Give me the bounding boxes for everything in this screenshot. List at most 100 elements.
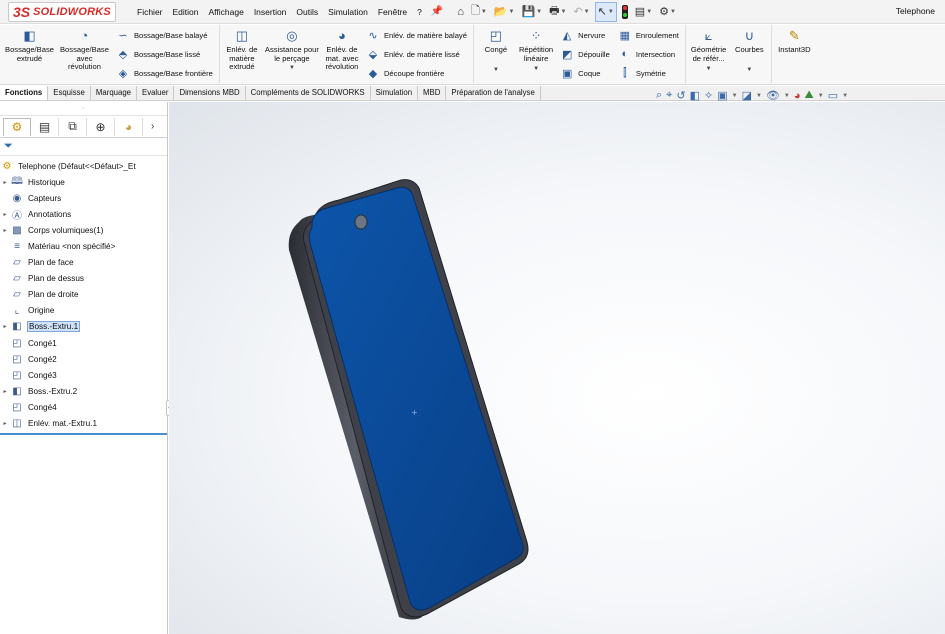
new-document-icon[interactable]: 🗋 ▼ [469, 2, 489, 22]
reference-geometry-dropdown-icon[interactable]: ▼ [706, 66, 712, 72]
more-tabs-chevron-icon[interactable]: › [151, 121, 154, 132]
tree-item[interactable]: ◰ Congé2 [0, 351, 167, 367]
curves-dropdown-icon[interactable]: ▼ [746, 67, 752, 73]
intersect-button[interactable]: ◐ Intersection [618, 47, 679, 61]
tree-item[interactable]: ▸ ◧ Boss.-Extru.2 [0, 383, 167, 399]
shell-button[interactable]: ▣ Coque [560, 66, 610, 80]
fillet-dropdown-icon[interactable]: ▼ [493, 67, 499, 73]
tree-item[interactable]: ▱ Plan de face [0, 255, 167, 271]
tree-item[interactable]: ▱ Plan de droite [0, 287, 167, 303]
select-cursor-icon[interactable]: ↖ ▼ [594, 1, 617, 22]
menu-outils[interactable]: Outils [291, 7, 323, 17]
swept-boss-button[interactable]: ∽ Bossage/Base balayé [116, 28, 213, 42]
configuration-manager-tab-icon[interactable]: ⧉ [59, 117, 87, 136]
rebuild-icon[interactable] [620, 2, 630, 22]
save-icon[interactable]: 💾 ▼ [519, 2, 544, 22]
expand-chevron-icon[interactable]: ▸ [0, 420, 10, 427]
menu-edition[interactable]: Edition [168, 7, 204, 17]
options-gear-icon[interactable]: ⚙ ▼ [657, 2, 678, 22]
lofted-boss-button[interactable]: ⬘ Bossage/Base lissé [116, 47, 213, 61]
mirror-button[interactable]: ⫿ Symétrie [618, 66, 679, 80]
dynamic-annotation-icon[interactable]: ✧ [704, 89, 713, 102]
tree-item[interactable]: ◰ Congé1 [0, 335, 167, 351]
phone-3d-model[interactable]: + [169, 102, 945, 634]
tab-complements[interactable]: Compléments de SOLIDWORKS [246, 86, 371, 100]
menu-simulation[interactable]: Simulation [323, 7, 373, 17]
menu-affichage[interactable]: Affichage [204, 7, 249, 17]
rollback-bar[interactable] [0, 432, 167, 435]
expand-chevron-icon[interactable]: ▸ [0, 211, 10, 218]
hole-wizard-dropdown-icon[interactable]: ▼ [289, 65, 295, 71]
zoom-to-fit-icon[interactable]: ⌕ [656, 89, 662, 102]
tab-mbd[interactable]: MBD [418, 86, 447, 100]
section-view-icon[interactable]: ◧ [690, 89, 700, 102]
view-orientation-icon[interactable]: ▣ [717, 89, 727, 102]
graphics-area[interactable]: + [169, 102, 945, 634]
menu-insertion[interactable]: Insertion [249, 7, 292, 17]
open-icon[interactable]: 📂 ▼ [492, 2, 517, 22]
zoom-to-area-icon[interactable]: ⌖ [666, 89, 672, 102]
tree-item[interactable]: ≡ Matériau <non spécifié> [0, 238, 167, 254]
tab-marquage[interactable]: Marquage [91, 86, 137, 100]
menu-fichier[interactable]: Fichier [132, 7, 168, 17]
property-manager-tab-icon[interactable]: ▤ [31, 117, 59, 136]
reference-geometry-button[interactable]: ⟀ Géométrie de référ... ▼ [688, 28, 729, 72]
tab-fonctions[interactable]: Fonctions [0, 86, 49, 100]
tab-simulation[interactable]: Simulation [371, 86, 419, 100]
tree-item[interactable]: ▸ ◫ Enlév. mat.-Extru.1 [0, 416, 167, 432]
apply-scene-icon[interactable]: ⛰ [805, 89, 814, 102]
pin-icon[interactable]: 📌 [431, 6, 443, 17]
tree-item[interactable]: ▸ Ⓐ Annotations [0, 206, 167, 222]
tree-item[interactable]: ▱ Plan de dessus [0, 271, 167, 287]
expand-chevron-icon[interactable]: ▸ [0, 388, 10, 395]
linear-pattern-dropdown-icon[interactable]: ▼ [533, 66, 539, 72]
menu-fenetre[interactable]: Fenêtre [373, 7, 412, 17]
tree-item[interactable]: ▸ ◧ Boss.-Extru.1 [0, 319, 167, 335]
hole-wizard-button[interactable]: ◎ Assistance pour le perçage ▼ [262, 28, 322, 71]
display-manager-tab-icon[interactable]: ◕ [115, 117, 143, 136]
rib-button[interactable]: ◭ Nervure [560, 28, 610, 42]
home-icon[interactable]: ⌂ [455, 2, 466, 22]
tab-evaluer[interactable]: Evaluer [137, 86, 175, 100]
file-properties-icon[interactable]: ▤ ▼ [633, 2, 654, 22]
expand-chevron-icon[interactable]: ▸ [0, 179, 10, 186]
edit-appearance-icon[interactable]: ◕ [794, 90, 801, 102]
tree-item[interactable]: ◰ Congé4 [0, 399, 167, 415]
print-icon[interactable]: 🖶 ▼ [547, 2, 568, 22]
panel-grip-icon[interactable]: ◦ [0, 102, 167, 116]
draft-button[interactable]: ◩ Dépouille [560, 47, 610, 61]
view-settings-icon[interactable]: ▭ [828, 89, 838, 102]
tree-root-part[interactable]: ⚙ Telephone (Défaut<<Défaut>_Et [0, 158, 167, 174]
lofted-cut-button[interactable]: ⬙ Enlév. de matière lissé [366, 47, 467, 61]
boundary-cut-button[interactable]: ◆ Découpe frontière [366, 66, 467, 80]
tree-item[interactable]: ◰ Congé3 [0, 367, 167, 383]
filter-icon[interactable]: ⏷ [0, 138, 167, 156]
app-logo[interactable]: 3S SOLIDWORKS [0, 1, 118, 23]
feature-manager-tree-tab-icon[interactable]: ⚙ [3, 117, 31, 136]
undo-icon[interactable]: ↶ ▼ [571, 2, 591, 22]
wrap-button[interactable]: ▦ Enroulement [618, 28, 679, 42]
swept-cut-button[interactable]: ∿ Enlév. de matière balayé [366, 28, 467, 42]
fillet-button[interactable]: ◰ Congé ▼ [476, 28, 516, 73]
tree-item[interactable]: ▸ 🕮 Historique [0, 174, 167, 190]
tab-dimensions-mbd[interactable]: Dimensions MBD [174, 86, 246, 100]
boundary-boss-button[interactable]: ◈ Bossage/Base frontière [116, 66, 213, 80]
instant3d-button[interactable]: ✎ Instant3D [774, 28, 814, 55]
menu-help[interactable]: ? [412, 7, 427, 17]
previous-view-icon[interactable]: ↺ [676, 89, 685, 102]
expand-chevron-icon[interactable]: ▸ [0, 323, 10, 330]
tree-item[interactable]: ▸ ▩ Corps volumiques(1) [0, 222, 167, 238]
curves-button[interactable]: ∪ Courbes ▼ [729, 28, 769, 73]
display-style-icon[interactable]: ◪ [742, 89, 752, 102]
expand-chevron-icon[interactable]: ▸ [0, 227, 10, 234]
hide-show-items-icon[interactable]: 👁 [766, 89, 780, 102]
tree-item[interactable]: ◉ Capteurs [0, 190, 167, 206]
tab-esquisse[interactable]: Esquisse [48, 86, 91, 100]
linear-pattern-button[interactable]: ⁘ Répétition linéaire ▼ [516, 28, 556, 72]
dimxpert-manager-tab-icon[interactable]: ⊕ [87, 117, 115, 136]
extruded-boss-button[interactable]: ◧ Bossage/Base extrudé [2, 28, 57, 63]
revolved-cut-button[interactable]: ◕ Enlév. de mat. avec révolution [322, 28, 362, 72]
revolved-boss-button[interactable]: ◔ Bossage/Base avec révolution [57, 28, 112, 72]
extruded-cut-button[interactable]: ◫ Enlév. de matière extrudé [222, 28, 262, 72]
tab-preparation-analyse[interactable]: Préparation de l'analyse [446, 86, 541, 100]
